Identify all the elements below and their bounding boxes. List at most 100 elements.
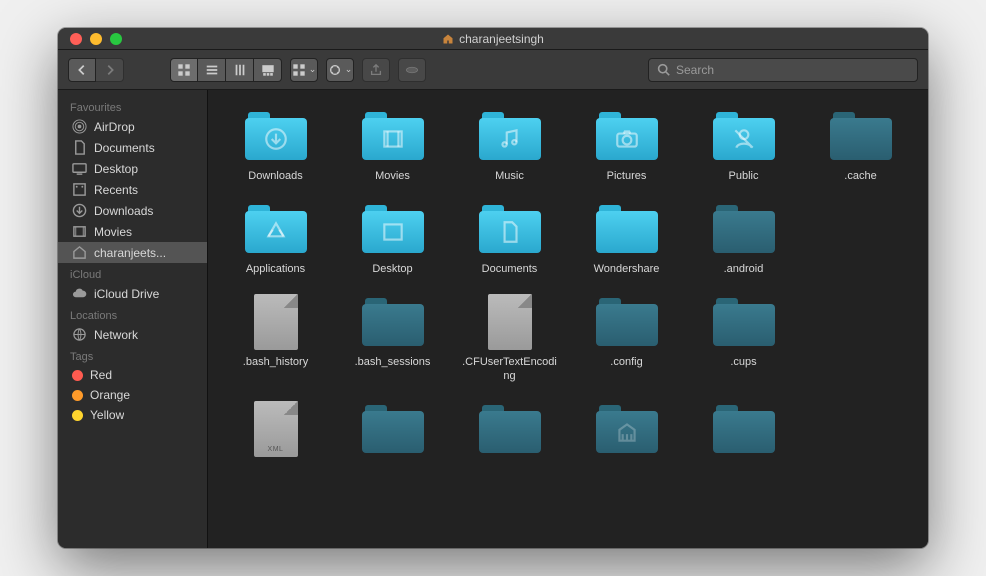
folder-icon <box>479 112 541 160</box>
folder-item[interactable]: Music <box>456 108 563 183</box>
close-button[interactable] <box>70 33 82 45</box>
item-label: .cups <box>730 356 756 369</box>
sidebar-item-label: Red <box>90 368 112 382</box>
back-button[interactable] <box>68 58 96 82</box>
folder-item[interactable]: Documents <box>456 201 563 276</box>
action-menu[interactable]: ⌄ <box>326 58 354 82</box>
fullscreen-button[interactable] <box>110 33 122 45</box>
sidebar-item-airdrop[interactable]: AirDrop <box>58 116 207 137</box>
icon-view-button[interactable] <box>170 58 198 82</box>
sidebar[interactable]: FavouritesAirDropDocumentsDesktopRecents… <box>58 90 208 548</box>
search-input[interactable] <box>676 63 909 77</box>
item-label: Wondershare <box>594 263 660 276</box>
column-view-button[interactable] <box>226 58 254 82</box>
sidebar-item-downloads[interactable]: Downloads <box>58 200 207 221</box>
sidebar-item-icloud-drive[interactable]: iCloud Drive <box>58 283 207 304</box>
sidebar-item-desktop[interactable]: Desktop <box>58 158 207 179</box>
folder-icon <box>479 405 541 453</box>
sidebar-item-label: Desktop <box>94 162 138 176</box>
sidebar-item-recents[interactable]: Recents <box>58 179 207 200</box>
folder-icon <box>596 112 658 160</box>
content-area[interactable]: Downloads Movies Music Pictures Public.cache… <box>208 90 928 548</box>
sidebar-item-label: Downloads <box>94 204 153 218</box>
sidebar-item-movies[interactable]: Movies <box>58 221 207 242</box>
traffic-lights <box>58 33 122 45</box>
folder-item[interactable]: Wondershare <box>573 201 680 276</box>
toolbar: ⌄ ⌄ <box>58 50 928 90</box>
gallery-view-button[interactable] <box>254 58 282 82</box>
file-item[interactable]: XML <box>222 401 329 463</box>
item-label: Applications <box>246 263 305 276</box>
file-icon <box>488 294 532 350</box>
folder-icon <box>362 298 424 346</box>
file-item[interactable]: .CFUserTextEncoding <box>456 294 563 382</box>
folder-icon <box>362 112 424 160</box>
folder-item[interactable] <box>339 401 446 463</box>
folder-item[interactable]: .bash_sessions <box>339 294 446 382</box>
sidebar-item-label: iCloud Drive <box>94 287 159 301</box>
folder-icon <box>713 405 775 453</box>
sidebar-item-orange[interactable]: Orange <box>58 385 207 405</box>
sidebar-item-charanjeets-[interactable]: charanjeets... <box>58 242 207 263</box>
window-title: charanjeetsingh <box>58 32 928 46</box>
folder-icon <box>596 405 658 453</box>
folder-icon <box>830 112 892 160</box>
arrange-menu[interactable]: ⌄ <box>290 58 318 82</box>
folder-icon <box>596 205 658 253</box>
nav-buttons <box>68 58 124 82</box>
folder-icon <box>479 205 541 253</box>
file-item[interactable]: .bash_history <box>222 294 329 382</box>
sidebar-item-label: Yellow <box>90 408 124 422</box>
folder-item[interactable]: Public <box>690 108 797 183</box>
item-label: .config <box>610 356 642 369</box>
finder-window: charanjeetsingh ⌄ ⌄ FavouritesAirDropDo <box>58 28 928 548</box>
sidebar-item-label: AirDrop <box>94 120 135 134</box>
folder-item[interactable] <box>456 401 563 463</box>
item-label: Pictures <box>607 170 647 183</box>
sidebar-item-label: Documents <box>94 141 155 155</box>
item-label: Movies <box>375 170 410 183</box>
forward-button[interactable] <box>96 58 124 82</box>
share-button[interactable] <box>362 58 390 82</box>
sidebar-item-documents[interactable]: Documents <box>58 137 207 158</box>
file-icon: XML <box>254 401 298 457</box>
folder-item[interactable]: Downloads <box>222 108 329 183</box>
folder-item[interactable]: .cups <box>690 294 797 382</box>
item-label: Documents <box>482 263 538 276</box>
folder-item[interactable]: Pictures <box>573 108 680 183</box>
titlebar[interactable]: charanjeetsingh <box>58 28 928 50</box>
folder-item[interactable]: .android <box>690 201 797 276</box>
item-label: .CFUserTextEncoding <box>460 356 560 382</box>
sidebar-section-header: Tags <box>58 345 207 365</box>
folder-item[interactable]: .cache <box>807 108 914 183</box>
sidebar-section-header: iCloud <box>58 263 207 283</box>
sidebar-item-red[interactable]: Red <box>58 365 207 385</box>
folder-item[interactable]: Desktop <box>339 201 446 276</box>
list-view-button[interactable] <box>198 58 226 82</box>
sidebar-item-label: Movies <box>94 225 132 239</box>
minimize-button[interactable] <box>90 33 102 45</box>
folder-icon <box>713 112 775 160</box>
sidebar-item-yellow[interactable]: Yellow <box>58 405 207 425</box>
search-box[interactable] <box>648 58 918 82</box>
sidebar-item-label: charanjeets... <box>94 246 166 260</box>
sidebar-item-network[interactable]: Network <box>58 324 207 345</box>
folder-item[interactable]: Applications <box>222 201 329 276</box>
folder-item[interactable] <box>690 401 797 463</box>
item-label: Downloads <box>248 170 302 183</box>
folder-icon <box>245 205 307 253</box>
folder-item[interactable]: .config <box>573 294 680 382</box>
folder-item[interactable] <box>573 401 680 463</box>
folder-icon <box>596 298 658 346</box>
item-label: .android <box>724 263 764 276</box>
folder-icon <box>362 205 424 253</box>
tags-button[interactable] <box>398 58 426 82</box>
item-label: .bash_history <box>243 356 308 369</box>
item-label: .bash_sessions <box>355 356 431 369</box>
folder-icon <box>713 298 775 346</box>
window-body: FavouritesAirDropDocumentsDesktopRecents… <box>58 90 928 548</box>
folder-item[interactable]: Movies <box>339 108 446 183</box>
sidebar-item-label: Network <box>94 328 138 342</box>
sidebar-item-label: Recents <box>94 183 138 197</box>
sidebar-item-label: Orange <box>90 388 130 402</box>
